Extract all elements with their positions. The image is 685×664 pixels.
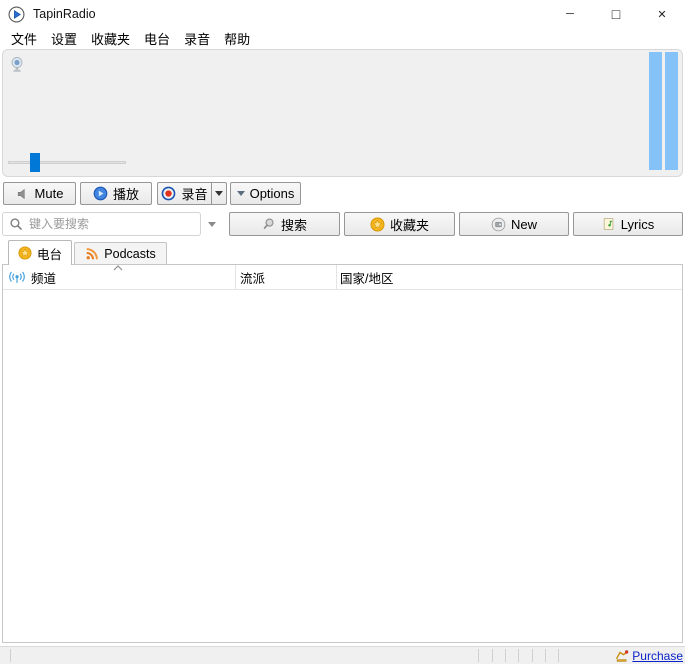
favorites-star-icon [370, 217, 385, 232]
stations-tab-star-icon [18, 246, 32, 260]
menu-item-stations[interactable]: 电台 [137, 27, 177, 50]
play-button[interactable]: 播放 [80, 182, 152, 205]
broadcast-icon [8, 271, 26, 284]
menu-item-settings[interactable]: 设置 [44, 27, 84, 50]
tapinradio-window: { "window": { "title": "TapinRadio", "co… [0, 0, 685, 664]
station-table-header: 频道 流派 国家/地区 [3, 265, 682, 290]
statusbar-divider [545, 649, 546, 662]
statusbar-divider [492, 649, 493, 662]
play-icon [93, 186, 108, 201]
statusbar-divider [10, 649, 11, 662]
record-button[interactable]: 录音 [157, 182, 211, 205]
favorites-button-label: 收藏夹 [389, 217, 429, 233]
search-input[interactable] [29, 217, 194, 231]
favorites-button[interactable]: 收藏夹 [344, 212, 455, 236]
mute-button[interactable]: Mute [3, 182, 76, 205]
title-bar[interactable]: TapinRadio ─ □ ✕ [0, 0, 685, 28]
menu-bar: 文件 设置 收藏夹 电台 录音 帮助 [0, 28, 685, 49]
mute-label: Mute [34, 186, 64, 201]
record-dropdown-button[interactable] [211, 182, 227, 205]
close-button[interactable]: ✕ [639, 0, 685, 28]
player-panel [2, 49, 683, 177]
statusbar-divider [478, 649, 479, 662]
menu-item-help[interactable]: 帮助 [217, 27, 257, 50]
new-station-icon [491, 217, 506, 232]
search-dropdown-button[interactable] [203, 212, 221, 236]
options-button[interactable]: Options [230, 182, 301, 205]
tab-stations[interactable]: 电台 [8, 240, 72, 265]
vu-meter-bar-left [649, 52, 662, 170]
search-toolbar: 搜索 收藏夹 New Lyrics [0, 212, 685, 236]
tab-podcasts[interactable]: Podcasts [74, 242, 167, 265]
status-bar: Purchase [0, 646, 685, 664]
column-header-country[interactable]: 国家/地区 [340, 265, 393, 290]
sort-ascending-icon [113, 265, 123, 271]
search-button[interactable]: 搜索 [229, 212, 340, 236]
tab-stations-label: 电台 [36, 247, 62, 262]
statusbar-divider [558, 649, 559, 662]
statusbar-divider [532, 649, 533, 662]
volume-slider-track[interactable] [8, 161, 126, 164]
volume-slider-thumb[interactable] [30, 153, 41, 172]
column-header-genre-label: 流派 [240, 272, 266, 286]
column-header-channel[interactable]: 频道 [8, 265, 56, 290]
minimize-icon: ─ [566, 8, 574, 20]
column-header-channel-label: 频道 [31, 272, 57, 286]
radio-icon [10, 56, 24, 73]
volume-slider[interactable] [8, 153, 126, 173]
record-icon [161, 186, 176, 201]
menu-item-file[interactable]: 文件 [4, 27, 44, 50]
record-label: 录音 [181, 187, 208, 202]
vu-meter-bar-right [665, 52, 678, 170]
chevron-down-icon [208, 221, 216, 227]
menu-item-recording[interactable]: 录音 [177, 27, 217, 50]
column-header-country-label: 国家/地区 [340, 272, 394, 286]
lyrics-button[interactable]: Lyrics [573, 212, 683, 236]
purchase-icon [615, 649, 629, 663]
maximize-icon: □ [611, 6, 621, 22]
player-toolbar: Mute 播放 录音 Options [3, 182, 301, 205]
close-icon: ✕ [657, 8, 667, 21]
maximize-button[interactable]: □ [593, 0, 639, 28]
station-table: 频道 流派 国家/地区 [2, 264, 683, 643]
podcasts-rss-icon [85, 247, 99, 261]
station-list-empty [3, 291, 682, 642]
minimize-button[interactable]: ─ [547, 0, 593, 28]
search-action-icon [262, 217, 276, 231]
statusbar-divider [505, 649, 506, 662]
purchase-area: Purchase [615, 647, 683, 664]
column-divider[interactable] [336, 265, 337, 290]
statusbar-divider [518, 649, 519, 662]
window-title: TapinRadio [33, 7, 96, 21]
window-controls: ─ □ ✕ [547, 0, 685, 28]
content-tabs: 电台 Podcasts [2, 240, 683, 265]
lyrics-icon [602, 217, 616, 231]
app-icon [8, 6, 25, 23]
new-button-label: New [510, 216, 537, 232]
search-box[interactable] [2, 212, 201, 236]
menu-item-favorites[interactable]: 收藏夹 [84, 27, 137, 50]
column-header-genre[interactable]: 流派 [240, 265, 265, 290]
options-label: Options [249, 186, 295, 201]
search-button-label: 搜索 [280, 217, 307, 233]
speaker-muted-icon [16, 187, 30, 201]
chevron-down-icon [236, 191, 245, 196]
new-button[interactable]: New [459, 212, 569, 236]
column-divider[interactable] [235, 265, 236, 290]
chevron-down-icon [215, 191, 223, 196]
tab-podcasts-label: Podcasts [104, 247, 156, 261]
play-label: 播放 [112, 187, 139, 202]
purchase-link[interactable]: Purchase [632, 649, 683, 663]
search-icon [9, 217, 23, 231]
lyrics-button-label: Lyrics [620, 216, 655, 232]
record-split-button: 录音 [157, 182, 227, 205]
